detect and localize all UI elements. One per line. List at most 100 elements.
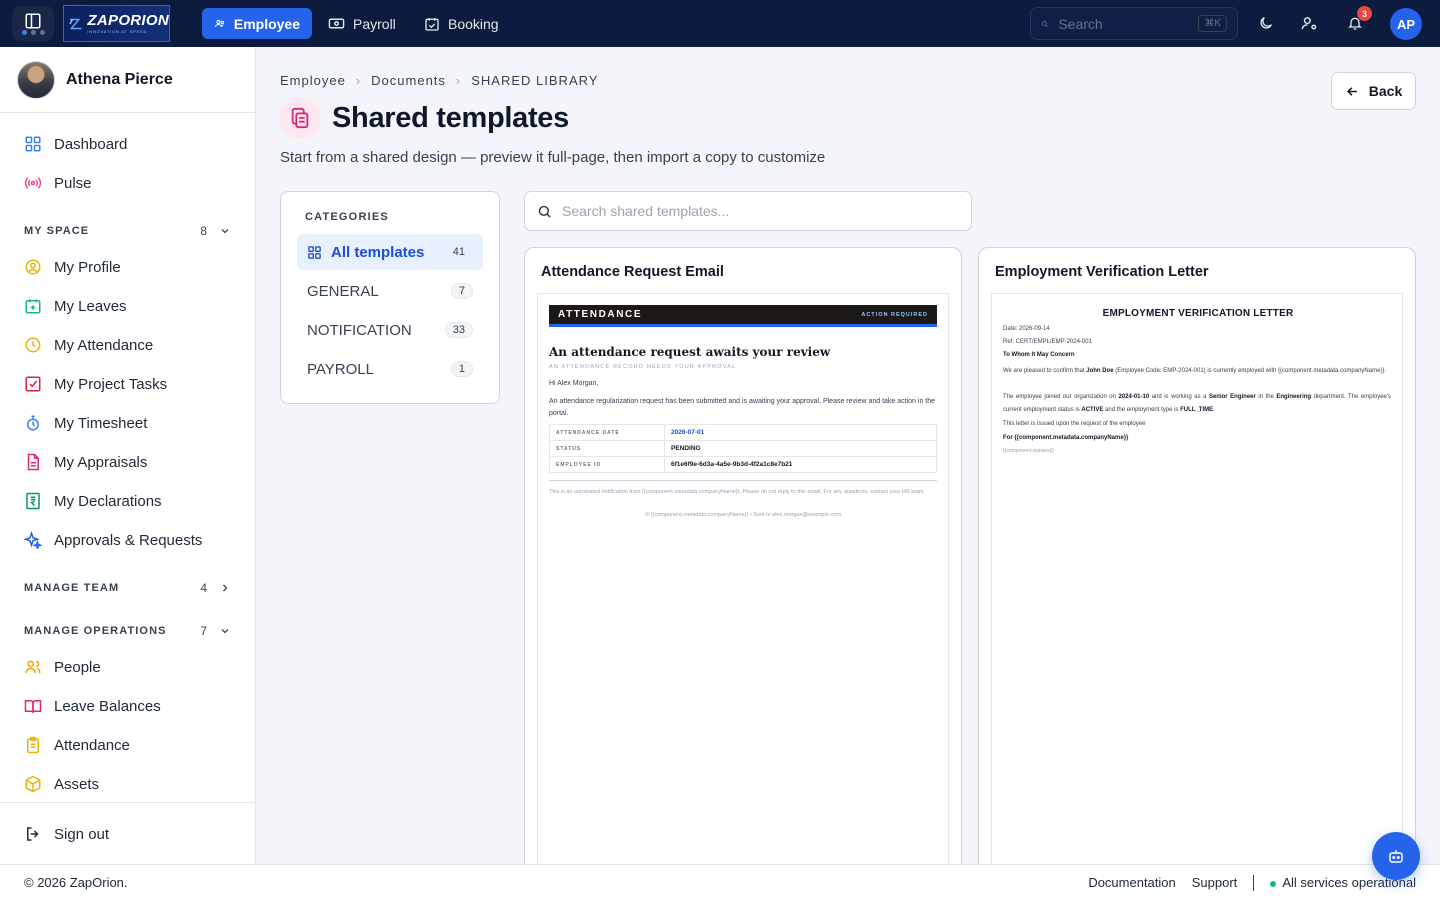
category-label: PAYROLL	[307, 360, 374, 378]
letter-signseal: {{component.signseal}}	[1003, 448, 1055, 454]
status-dot-icon	[1270, 881, 1277, 887]
calendar-check-icon	[425, 17, 439, 31]
category-general[interactable]: GENERAL 7	[297, 273, 483, 309]
sidebar-item-assets[interactable]: Assets	[24, 772, 99, 796]
email-greeting: Hi Alex Morgan,	[549, 380, 599, 387]
document-icon	[27, 453, 39, 471]
category-payroll[interactable]: PAYROLL 1	[297, 351, 483, 387]
sidebar-item-leave-balances[interactable]: Leave Balances	[24, 694, 161, 718]
category-count: 1	[450, 361, 473, 377]
copy-document-icon	[291, 107, 309, 129]
moon-icon	[1260, 17, 1272, 29]
footer-link-support[interactable]: Support	[1192, 875, 1238, 890]
sidebar-toggle-button[interactable]	[12, 6, 54, 41]
table-row: ATTENDANCE DATE 2026-07-01	[549, 424, 937, 441]
section-title: MANAGE TEAM	[24, 582, 120, 594]
sign-out-button[interactable]: Sign out	[24, 822, 109, 846]
email-header-banner: ATTENDANCE ACTION REQUIRED	[549, 305, 937, 327]
table-key: ATTENDANCE DATE	[549, 424, 665, 441]
tab-employee-label: Employee	[233, 15, 300, 32]
email-subheading: AN ATTENDANCE RECORD NEEDS YOUR APPROVAL	[549, 364, 737, 370]
category-count: 33	[444, 322, 473, 338]
sidebar-item-label: Assets	[54, 775, 100, 793]
category-count: 7	[450, 283, 473, 299]
breadcrumb-item-employee[interactable]: Employee	[280, 73, 346, 88]
page-subtitle: Start from a shared design — preview it …	[280, 149, 826, 166]
chevron-down-icon	[221, 629, 229, 634]
sidebar-item-my-profile[interactable]: My Profile	[24, 255, 121, 279]
book-open-icon	[24, 700, 42, 713]
chevron-down-icon	[221, 229, 229, 234]
user-name: Athena Pierce	[66, 70, 173, 88]
section-manage-team[interactable]: MANAGE TEAM 4	[24, 581, 231, 595]
sidebar-item-dashboard[interactable]: Dashboard	[24, 132, 127, 156]
sidebar-item-label: My Project Tasks	[54, 375, 168, 393]
search-shortcut: ⌘K	[1198, 15, 1227, 32]
user-gear-icon	[1301, 16, 1316, 30]
sidebar-item-approvals[interactable]: Approvals & Requests	[24, 528, 202, 552]
sidebar-user[interactable]: Athena Pierce	[0, 47, 255, 113]
back-button[interactable]: Back	[1331, 72, 1416, 110]
letter-heading: EMPLOYMENT VERIFICATION LETTER	[1102, 308, 1294, 319]
email-heading: An attendance request awaits your review	[549, 345, 831, 359]
sidebar-item-attendance[interactable]: Attendance	[24, 733, 130, 757]
template-preview[interactable]: EMPLOYMENT VERIFICATION LETTER Date: 202…	[991, 293, 1403, 886]
sidebar-item-my-leaves[interactable]: My Leaves	[24, 294, 127, 318]
user-avatar[interactable]: AP	[1390, 8, 1422, 40]
category-label: NOTIFICATION	[307, 321, 412, 339]
company-logo[interactable]: ZAPORION INNOVATION AT SPEED	[63, 5, 170, 42]
top-bar: ZAPORION INNOVATION AT SPEED Employee Pa…	[0, 0, 1440, 47]
tab-employee[interactable]: Employee	[202, 8, 312, 39]
logo-tagline: INNOVATION AT SPEED	[87, 29, 148, 34]
tab-payroll-label: Payroll	[353, 15, 396, 32]
logo-name: ZAPORION	[87, 12, 169, 29]
assistant-bot-button[interactable]	[1372, 832, 1420, 880]
footer-link-documentation[interactable]: Documentation	[1088, 875, 1175, 890]
category-all-templates[interactable]: All templates 41	[297, 234, 483, 270]
theme-toggle-button[interactable]	[1255, 12, 1277, 34]
section-count: 7	[200, 624, 207, 638]
email-header-tag: ACTION REQUIRED	[861, 311, 928, 318]
sidebar: Athena Pierce Dashboard Pulse MY SPACE 8…	[0, 47, 256, 864]
notifications-button[interactable]: 3	[1344, 6, 1372, 34]
chevron-right-icon	[223, 584, 228, 592]
sidebar-item-label: Dashboard	[54, 135, 128, 153]
section-my-space[interactable]: MY SPACE 8	[24, 224, 231, 238]
cash-icon	[328, 18, 345, 29]
people-icon	[25, 660, 41, 674]
task-check-icon	[25, 376, 41, 392]
global-search[interactable]: ⌘K	[1030, 7, 1238, 40]
sidebar-item-people[interactable]: People	[24, 655, 101, 679]
breadcrumb-item-documents[interactable]: Documents	[371, 73, 446, 88]
sidebar-item-pulse[interactable]: Pulse	[24, 171, 92, 195]
template-search[interactable]	[524, 191, 972, 231]
notification-badge: 3	[1357, 6, 1372, 21]
clipboard-icon	[27, 736, 39, 754]
sidebar-item-label: People	[54, 658, 101, 676]
table-row: STATUS PENDING	[549, 440, 937, 457]
sidebar-item-label: My Leaves	[54, 297, 127, 315]
table-value: PENDING	[664, 440, 937, 457]
sidebar-item-my-timesheet[interactable]: My Timesheet	[24, 411, 147, 435]
sidebar-item-my-attendance[interactable]: My Attendance	[24, 333, 153, 357]
template-preview[interactable]: ATTENDANCE ACTION REQUIRED An attendance…	[537, 293, 949, 886]
user-settings-button[interactable]	[1298, 12, 1320, 34]
sidebar-item-my-appraisals[interactable]: My Appraisals	[24, 450, 147, 474]
sidebar-item-my-project-tasks[interactable]: My Project Tasks	[24, 372, 167, 396]
template-search-input[interactable]	[562, 203, 942, 219]
tab-payroll[interactable]: Payroll	[316, 8, 408, 39]
tab-booking[interactable]: Booking	[412, 8, 511, 39]
section-title: MANAGE OPERATIONS	[24, 625, 167, 637]
search-icon	[538, 205, 551, 218]
sidebar-item-my-declarations[interactable]: My Declarations	[24, 489, 162, 513]
sidebar-footer: Sign out	[0, 802, 256, 864]
category-notification[interactable]: NOTIFICATION 33	[297, 312, 483, 348]
email-body: An attendance regularization request has…	[549, 398, 936, 417]
template-card[interactable]: Attendance Request Email ATTENDANCE ACTI…	[524, 247, 962, 887]
template-card[interactable]: Employment Verification Letter EMPLOYMEN…	[978, 247, 1416, 887]
clock-icon	[25, 337, 41, 353]
global-search-input[interactable]	[1058, 15, 1189, 32]
breadcrumb-separator: ›	[355, 73, 362, 88]
categories-heading: CATEGORIES	[305, 211, 389, 223]
section-manage-operations[interactable]: MANAGE OPERATIONS 7	[24, 624, 231, 638]
